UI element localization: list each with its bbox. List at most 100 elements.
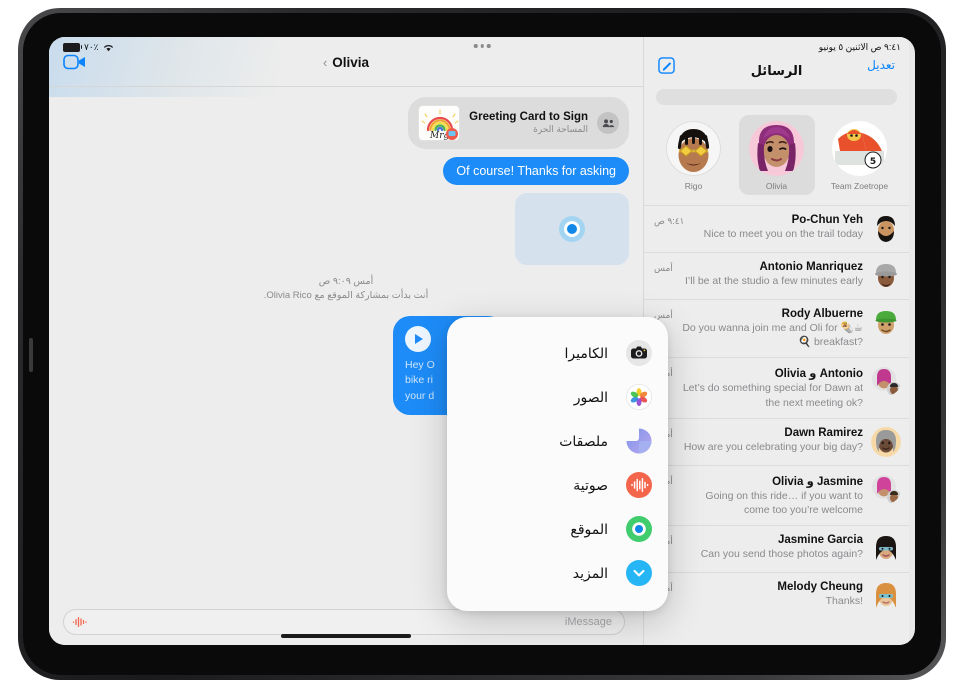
menu-item-label: الكاميرا: [564, 344, 609, 361]
list-item[interactable]: Jasmine Garcia Can you send those photos…: [644, 525, 909, 572]
imessage-input[interactable]: iMessage: [63, 609, 625, 635]
edit-button[interactable]: تعديل: [867, 58, 895, 72]
avatar: [666, 121, 721, 176]
list-item[interactable]: Antonio Manriquez I’ll be at the studio …: [644, 252, 909, 299]
list-item[interactable]: Dawn Ramirez How are you celebrating you…: [644, 417, 909, 465]
message-preview: Going on this ride… if you want to come …: [705, 489, 863, 516]
pinned-contact-rigo[interactable]: Rigo: [656, 115, 732, 195]
pinned-contact-name: Rigo: [684, 181, 703, 191]
outgoing-message-bubble[interactable]: Of course! Thanks for asking: [443, 157, 629, 185]
pinned-contact-name: Olivia: [765, 181, 788, 191]
system-note-text: أنت بدأت بمشاركة الموقع مع Olivia Rico.: [263, 290, 429, 302]
menu-item-camera[interactable]: الكاميرا: [447, 331, 668, 375]
list-item[interactable]: Olivia و Antonio Let’s do something spec…: [644, 357, 909, 417]
ipad-device-frame: ٧٠٪ ٩:٤١ ص الاثنين ٥ يونيو ‹ Olivia Mrg …: [18, 8, 946, 680]
list-item-body: Po-Chun Yeh Nice to meet you on the trai…: [692, 214, 863, 241]
search-input[interactable]: [656, 89, 897, 105]
audio-icon: [626, 472, 652, 498]
freeform-card-bubble[interactable]: Mrg Greeting Card to Sign المساحة الحرة: [408, 97, 629, 149]
menu-item-label: ملصقات: [559, 432, 608, 449]
list-item[interactable]: Rody Albuerne Do you wanna join me and O…: [644, 299, 909, 357]
play-icon[interactable]: [405, 325, 431, 352]
avatar: [871, 534, 901, 565]
conversation-list[interactable]: Po-Chun Yeh Nice to meet you on the trai…: [644, 205, 909, 645]
location-dot-core: [567, 224, 577, 234]
multitasking-handle[interactable]: [473, 44, 491, 48]
card-subtitle: المساحة الحرة: [533, 124, 588, 134]
compose-icon[interactable]: [658, 57, 675, 74]
audio-waveform-icon[interactable]: [72, 616, 88, 628]
avatar: [871, 426, 901, 457]
messages-sidebar: الرسائل تعديل Rigo Olivia 5 Team Zoetrop…: [643, 37, 909, 645]
location-dot-ring: [564, 221, 580, 237]
list-item-body: Jasmine Garcia Can you send those photos…: [681, 534, 863, 561]
pinned-conversations-row: Rigo Olivia 5 Team Zoetrope: [644, 113, 909, 205]
list-item-body: Olivia و Antonio Let’s do something spec…: [681, 366, 863, 409]
list-item[interactable]: Melody Cheung Thanks! أمس: [644, 572, 909, 619]
timestamp: ٩:٤١ ص: [654, 216, 685, 226]
sidebar-header: الرسائل تعديل: [644, 37, 909, 87]
card-text-group: Greeting Card to Sign المساحة الحرة: [469, 111, 588, 135]
contact-name: Rody Albuerne: [781, 308, 863, 320]
attachment-menu-popup: الكاميرا الصور ملصقات صوتية الموقع المزي…: [447, 317, 668, 611]
message-row: Of course! Thanks for asking: [63, 157, 629, 185]
contact-name: Melody Cheung: [777, 581, 863, 594]
stickers-icon: [626, 428, 652, 454]
list-item-body: Rody Albuerne Do you wanna join me and O…: [681, 308, 863, 349]
message-row: [63, 193, 629, 265]
photos-icon: [625, 383, 653, 411]
avatar: [749, 121, 804, 176]
message-preview: Let’s do something special for Dawn at t…: [682, 382, 863, 409]
location-dot-icon: [559, 216, 585, 242]
volume-button[interactable]: [29, 338, 33, 372]
avatar-group: [871, 366, 901, 397]
menu-item-label: صوتية: [573, 476, 608, 493]
list-item-body: Melody Cheung Thanks!: [681, 581, 863, 608]
back-chevron-icon[interactable]: ‹: [323, 56, 327, 69]
sidebar-title: الرسائل: [750, 63, 803, 78]
imessage-placeholder: iMessage: [564, 616, 612, 628]
menu-item-more[interactable]: المزيد: [447, 551, 668, 595]
pinned-contact-olivia[interactable]: Olivia: [738, 115, 815, 195]
pinned-contact-name: Team Zoetrope: [830, 181, 889, 191]
home-indicator[interactable]: [281, 634, 411, 638]
menu-item-stickers[interactable]: ملصقات: [447, 419, 668, 463]
chat-title: Olivia: [332, 55, 370, 70]
system-note-time: أمس ٩:٠٩ ص: [318, 276, 374, 287]
menu-item-location[interactable]: الموقع: [447, 507, 668, 551]
message-preview: Do you wanna join me and Oli for 🌯☕🍳 bre…: [682, 322, 863, 349]
message-preview: Thanks!: [825, 595, 863, 608]
chat-title-group[interactable]: ‹ Olivia: [49, 55, 643, 70]
contact-name: Olivia و Jasmine: [772, 475, 863, 488]
message-row: Mrg Greeting Card to Sign المساحة الحرة: [63, 97, 629, 149]
list-item[interactable]: Olivia و Jasmine Going on this ride… if …: [644, 464, 909, 525]
timestamp: أمس: [654, 263, 673, 273]
list-item-body: Antonio Manriquez I’ll be at the studio …: [681, 261, 863, 288]
card-thumbnail: Mrg: [418, 105, 461, 141]
avatar: [871, 581, 901, 612]
list-item-body: Olivia و Jasmine Going on this ride… if …: [681, 474, 863, 517]
list-item-body: Dawn Ramirez How are you celebrating you…: [681, 427, 863, 454]
camera-icon: [626, 340, 652, 366]
system-note: أمس ٩:٠٩ ص أنت بدأت بمشاركة الموقع مع Ol…: [63, 275, 629, 304]
card-title: Greeting Card to Sign: [469, 111, 588, 123]
dot: [480, 44, 484, 48]
menu-item-photos[interactable]: الصور: [447, 375, 668, 419]
location-icon: [626, 516, 652, 542]
message-preview: Nice to meet you on the trail today: [703, 228, 863, 240]
chevron-down-icon: [626, 560, 652, 586]
message-preview: How are you celebrating your big day?: [683, 440, 863, 453]
svg-text:5: 5: [870, 157, 876, 167]
avatar: [871, 308, 901, 338]
avatar-group: [871, 474, 901, 504]
menu-item-audio[interactable]: صوتية: [447, 463, 668, 507]
play-triangle: [415, 333, 423, 344]
list-item[interactable]: Po-Chun Yeh Nice to meet you on the trai…: [644, 205, 909, 252]
contact-name: Po-Chun Yeh: [791, 214, 863, 226]
pinned-contact-team-zoetrope[interactable]: 5 Team Zoetrope: [822, 115, 898, 195]
location-map-bubble[interactable]: [515, 193, 629, 265]
avatar: [871, 214, 901, 244]
ipad-screen: ٧٠٪ ٩:٤١ ص الاثنين ٥ يونيو ‹ Olivia Mrg …: [49, 37, 915, 645]
contact-name: Antonio Manriquez: [759, 261, 864, 273]
menu-item-label: الموقع: [570, 520, 608, 537]
